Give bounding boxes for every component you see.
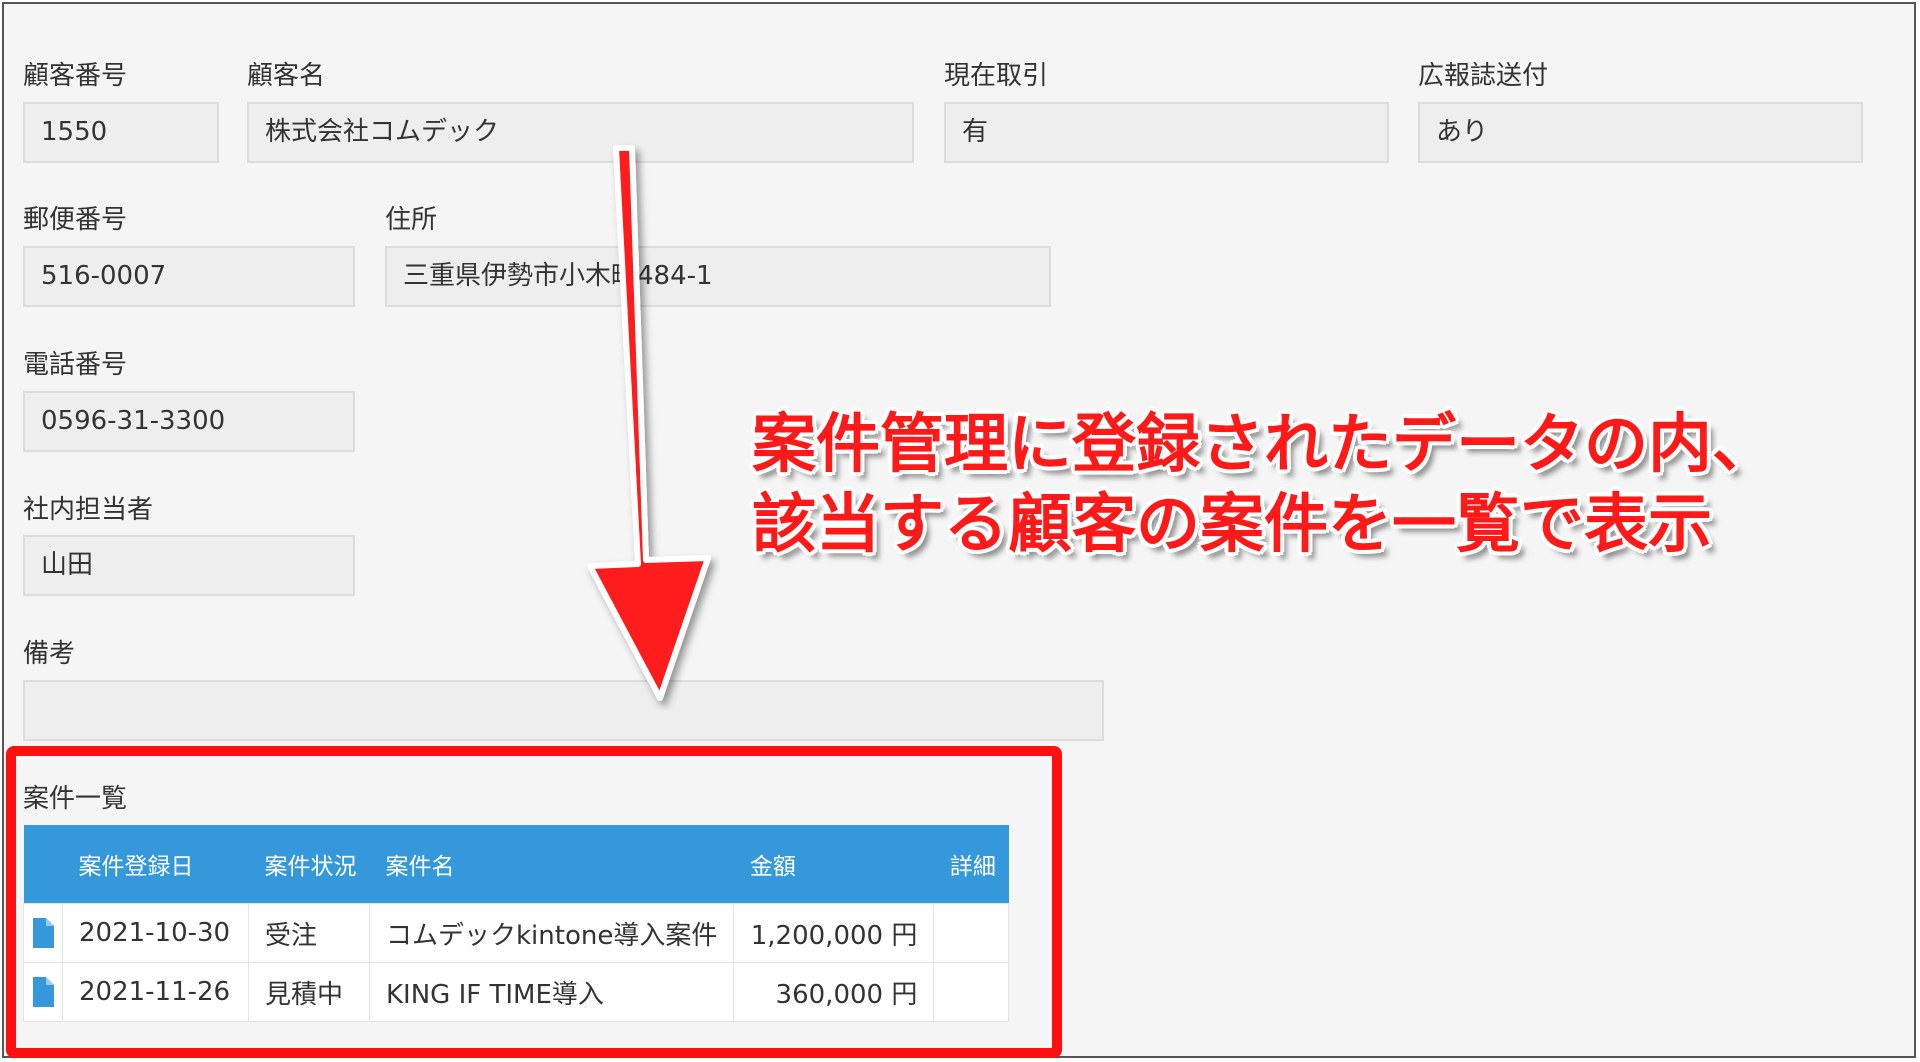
- postal-code-label: 郵便番号: [23, 205, 128, 235]
- callout-line-2: 該当する顧客の案件を一覧で表示: [752, 488, 1712, 562]
- remarks-field[interactable]: [23, 680, 1104, 741]
- header-detail: 詳細: [933, 825, 1009, 904]
- customer-number-label: 顧客番号: [23, 61, 128, 91]
- row-amount: 360,000 円: [733, 962, 935, 1022]
- customer-name-label: 顧客名: [247, 61, 326, 91]
- table-row: 2021-11-26 見積中 KING IF TIME導入 360,000 円: [23, 962, 1010, 1022]
- document-icon[interactable]: [31, 976, 55, 1008]
- row-name: コムデックkintone導入案件: [368, 903, 735, 963]
- remarks-label: 備考: [23, 639, 76, 669]
- row-icon-cell[interactable]: [23, 903, 63, 963]
- newsletter-field[interactable]: あり: [1418, 102, 1863, 163]
- table-row: 2021-10-30 受注 コムデックkintone導入案件 1,200,000…: [23, 903, 1010, 963]
- annotation-arrow-icon: [587, 145, 711, 701]
- row-date: 2021-10-30: [62, 903, 249, 963]
- row-amount: 1,200,000 円: [733, 903, 935, 963]
- staff-label: 社内担当者: [23, 495, 154, 525]
- document-icon[interactable]: [31, 917, 55, 949]
- newsletter-label: 広報誌送付: [1418, 61, 1549, 91]
- staff-field[interactable]: 山田: [23, 535, 355, 596]
- phone-field[interactable]: 0596-31-3300: [23, 391, 355, 452]
- row-status: 受注: [248, 903, 370, 963]
- subtable-title: 案件一覧: [23, 784, 128, 814]
- header-date: 案件登録日: [62, 825, 249, 904]
- callout-line-1: 案件管理に登録されたデータの内、: [752, 408, 1776, 482]
- header-amount: 金額: [733, 825, 934, 904]
- postal-code-field[interactable]: 516-0007: [23, 246, 355, 307]
- annotation-callout: 案件管理に登録されたデータの内、 該当する顧客の案件を一覧で表示: [752, 405, 1776, 565]
- customer-number-field[interactable]: 1550: [23, 102, 219, 163]
- header-status: 案件状況: [248, 825, 370, 904]
- phone-label: 電話番号: [23, 350, 128, 380]
- current-deal-label: 現在取引: [944, 61, 1049, 91]
- row-name: KING IF TIME導入: [368, 962, 735, 1022]
- row-status: 見積中: [248, 962, 370, 1022]
- row-detail: [933, 903, 1010, 963]
- row-detail: [933, 962, 1010, 1022]
- row-icon-cell[interactable]: [23, 962, 63, 1022]
- case-list-table: 案件登録日 案件状況 案件名 金額 詳細 2021-10-30 受注 コムデック…: [23, 825, 1010, 1022]
- table-header-row: 案件登録日 案件状況 案件名 金額 詳細: [23, 825, 1009, 904]
- icon-column-header: [23, 825, 63, 904]
- address-label: 住所: [385, 205, 438, 235]
- header-name: 案件名: [369, 825, 734, 904]
- row-date: 2021-11-26: [62, 962, 249, 1022]
- current-deal-field[interactable]: 有: [944, 102, 1389, 163]
